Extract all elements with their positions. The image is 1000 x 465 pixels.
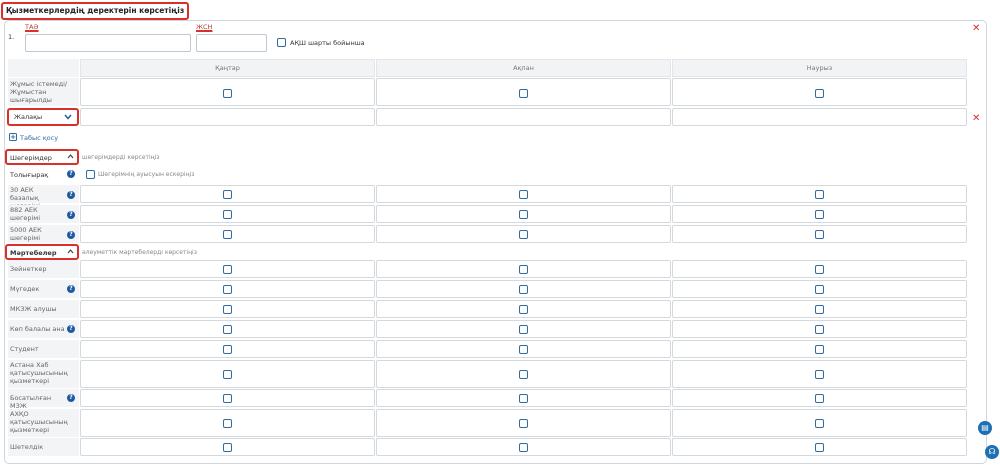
deduction-checkbox[interactable]: [815, 230, 824, 239]
status-checkbox[interactable]: [519, 394, 528, 403]
chevron-up-icon: [67, 249, 74, 254]
deductions-hint: шегерімдерді көрсетіңіз: [82, 154, 160, 161]
status-label: Шетелдік: [10, 443, 44, 451]
not-working-checkbox-2[interactable]: [519, 89, 528, 98]
status-checkbox[interactable]: [223, 305, 232, 314]
status-checkbox[interactable]: [223, 285, 232, 294]
status-label: Мүгедек: [10, 285, 40, 293]
page-title: Қызметкерлердің деректерін көрсетіңіз: [1, 2, 190, 20]
deduction-checkbox[interactable]: [223, 230, 232, 239]
add-income-link[interactable]: Табыс қосу: [20, 134, 58, 142]
deduction-checkbox[interactable]: [519, 230, 528, 239]
tao-input[interactable]: [25, 34, 191, 52]
status-checkbox[interactable]: [519, 370, 528, 379]
chevron-up-icon: [67, 154, 74, 159]
status-label: АХҚО қатысушысының қызметкері: [10, 410, 68, 434]
deduction-checkbox[interactable]: [815, 190, 824, 199]
status-label: МКЗЖ алушы: [10, 305, 57, 313]
question-icon[interactable]: ?: [67, 394, 75, 402]
status-checkbox[interactable]: [519, 345, 528, 354]
status-checkbox[interactable]: [519, 265, 528, 274]
not-working-label: Жұмыс істемеді/ Жұмыстан шығарылды: [10, 80, 68, 104]
income-cell-2[interactable]: [376, 108, 671, 126]
question-icon[interactable]: ?: [67, 170, 75, 178]
close-icon[interactable]: ✕: [972, 24, 980, 34]
headset-icon[interactable]: ☊: [985, 445, 999, 459]
usa-checkbox[interactable]: [277, 38, 286, 47]
deduction-label: 5000 АЕК шегерімі: [10, 226, 42, 242]
income-cell-1[interactable]: [80, 108, 375, 126]
question-icon[interactable]: ?: [67, 325, 75, 333]
income-cell-3[interactable]: [672, 108, 967, 126]
deduction-remainder-label: Шегерімнің ауысуын ескеріңіз: [98, 171, 195, 178]
row-number: 1.: [8, 33, 15, 41]
deduction-checkbox[interactable]: [223, 210, 232, 219]
statuses-toggle-label: Мәртебелер: [10, 249, 57, 257]
usa-checkbox-label: АҚШ шарты бойынша: [290, 39, 365, 47]
deduction-checkbox[interactable]: [519, 210, 528, 219]
status-checkbox[interactable]: [223, 419, 232, 428]
statuses-hint: әлеуметтік мәртебелерді көрсетіңіз: [82, 249, 197, 256]
status-label: Студент: [10, 345, 39, 353]
status-checkbox[interactable]: [815, 345, 824, 354]
status-checkbox[interactable]: [815, 285, 824, 294]
status-checkbox[interactable]: [815, 370, 824, 379]
status-checkbox[interactable]: [519, 419, 528, 428]
deductions-toggle-label: Шегерімдер: [10, 154, 52, 162]
month-header-2: Ақпан: [376, 59, 671, 77]
question-icon[interactable]: ?: [67, 211, 75, 219]
status-checkbox[interactable]: [223, 325, 232, 334]
zhsn-input[interactable]: [196, 34, 267, 52]
remove-income-icon[interactable]: ✕: [972, 114, 980, 124]
month-header-3: Наурыз: [672, 59, 967, 77]
status-checkbox[interactable]: [815, 443, 824, 452]
status-checkbox[interactable]: [815, 419, 824, 428]
plus-icon[interactable]: +: [9, 133, 17, 141]
question-icon[interactable]: ?: [67, 285, 75, 293]
deductions-full-label: Толығырақ: [10, 171, 49, 179]
status-checkbox[interactable]: [815, 305, 824, 314]
zhsn-label: ЖСН: [196, 23, 213, 31]
status-label: Босатылған МЗЖ: [10, 394, 52, 410]
question-icon[interactable]: ?: [67, 191, 75, 199]
deduction-label: 882 АЕК шегерімі: [10, 206, 41, 222]
status-checkbox[interactable]: [223, 443, 232, 452]
status-checkbox[interactable]: [223, 345, 232, 354]
deduction-checkbox[interactable]: [815, 210, 824, 219]
tao-label: ТАӘ: [25, 23, 39, 31]
status-label: Зейнеткер: [10, 265, 47, 273]
status-label: Көп балалы ана: [10, 325, 65, 333]
not-working-checkbox-3[interactable]: [815, 89, 824, 98]
status-checkbox[interactable]: [223, 265, 232, 274]
status-checkbox[interactable]: [519, 443, 528, 452]
month-header-1: Қаңтар: [80, 59, 375, 77]
chevron-down-icon: [64, 114, 72, 120]
income-type-value: Жалақы: [14, 113, 43, 121]
header-blank: [8, 59, 79, 77]
status-checkbox[interactable]: [519, 285, 528, 294]
status-label: Астана Хаб қатысушысының қызметкері: [10, 361, 68, 385]
deduction-remainder-checkbox[interactable]: [86, 170, 95, 179]
not-working-checkbox-1[interactable]: [223, 89, 232, 98]
deduction-checkbox[interactable]: [519, 190, 528, 199]
question-icon[interactable]: ?: [67, 231, 75, 239]
status-checkbox[interactable]: [223, 370, 232, 379]
book-icon[interactable]: ▤: [978, 421, 992, 435]
deduction-checkbox[interactable]: [223, 190, 232, 199]
status-checkbox[interactable]: [815, 325, 824, 334]
status-checkbox[interactable]: [223, 394, 232, 403]
status-checkbox[interactable]: [519, 325, 528, 334]
status-checkbox[interactable]: [815, 265, 824, 274]
status-checkbox[interactable]: [815, 394, 824, 403]
status-checkbox[interactable]: [519, 305, 528, 314]
